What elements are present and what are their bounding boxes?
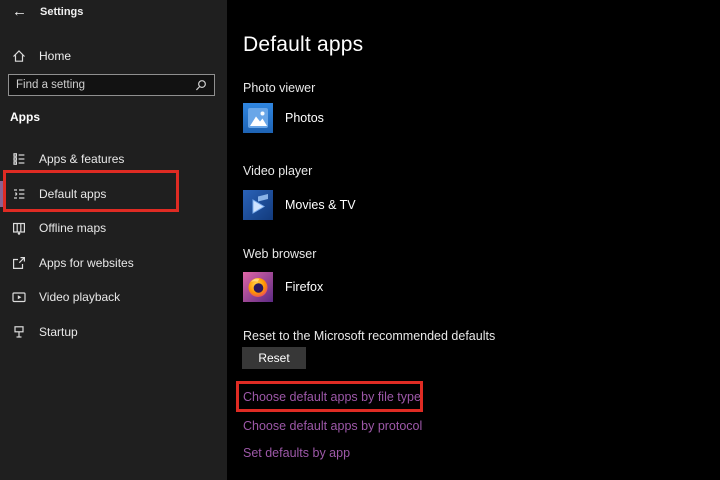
default-apps-page: Default apps Photo viewer Photos Video p… (227, 0, 720, 480)
search-icon (195, 79, 206, 90)
app-name: Movies & TV (285, 198, 356, 212)
back-icon[interactable]: ← (12, 3, 27, 21)
sidebar-item-label: Offline maps (39, 221, 107, 236)
search-input[interactable] (16, 79, 190, 91)
video-playback-icon (12, 292, 26, 303)
settings-sidebar: ← Settings Home Apps Apps & features (0, 0, 227, 480)
reset-description: Reset to the Microsoft recommended defau… (243, 329, 496, 343)
category-label-video-player: Video player (243, 164, 313, 178)
offline-maps-icon (12, 223, 26, 236)
sidebar-item-default-apps[interactable]: Default apps (0, 177, 227, 212)
sidebar-item-label: Apps & features (39, 152, 125, 167)
sidebar-item-home[interactable]: Home (0, 41, 227, 71)
startup-icon (14, 325, 24, 338)
home-label: Home (39, 49, 72, 63)
sidebar-item-label: Startup (39, 324, 78, 339)
app-name: Photos (285, 111, 324, 125)
page-title: Default apps (243, 33, 364, 56)
reset-button[interactable]: Reset (242, 347, 306, 369)
sidebar-item-startup[interactable]: Startup (0, 315, 227, 350)
apps-for-websites-icon (13, 256, 25, 269)
default-apps-icon (14, 189, 25, 199)
sidebar-item-apps-for-websites[interactable]: Apps for websites (0, 246, 227, 281)
sidebar-item-label: Default apps (39, 186, 107, 201)
firefox-app-icon (243, 272, 273, 302)
photos-app-icon (243, 103, 273, 133)
movies-tv-app-icon (243, 190, 273, 220)
link-set-defaults-by-app[interactable]: Set defaults by app (243, 446, 350, 460)
app-name: Firefox (285, 280, 324, 294)
apps-features-icon (13, 153, 25, 166)
sidebar-item-offline-maps[interactable]: Offline maps (0, 211, 227, 246)
sidebar-nav: Apps & features Default apps Offline map… (0, 142, 227, 349)
home-icon (13, 50, 25, 62)
sidebar-section-heading: Apps (10, 110, 40, 124)
default-app-photo-viewer[interactable]: Photos (243, 103, 324, 133)
link-choose-defaults-by-protocol[interactable]: Choose default apps by protocol (243, 419, 422, 433)
default-app-web-browser[interactable]: Firefox (243, 272, 323, 302)
window-title: Settings (40, 6, 84, 18)
category-label-photo-viewer: Photo viewer (243, 81, 316, 95)
category-label-web-browser: Web browser (243, 247, 317, 261)
default-app-video-player[interactable]: Movies & TV (243, 190, 356, 220)
link-choose-defaults-by-file-type[interactable]: Choose default apps by file type (243, 390, 421, 404)
sidebar-item-video-playback[interactable]: Video playback (0, 280, 227, 315)
sidebar-item-label: Video playback (39, 290, 121, 305)
sidebar-item-apps-features[interactable]: Apps & features (0, 142, 227, 177)
search-box[interactable] (8, 74, 215, 96)
sidebar-item-label: Apps for websites (39, 255, 134, 270)
